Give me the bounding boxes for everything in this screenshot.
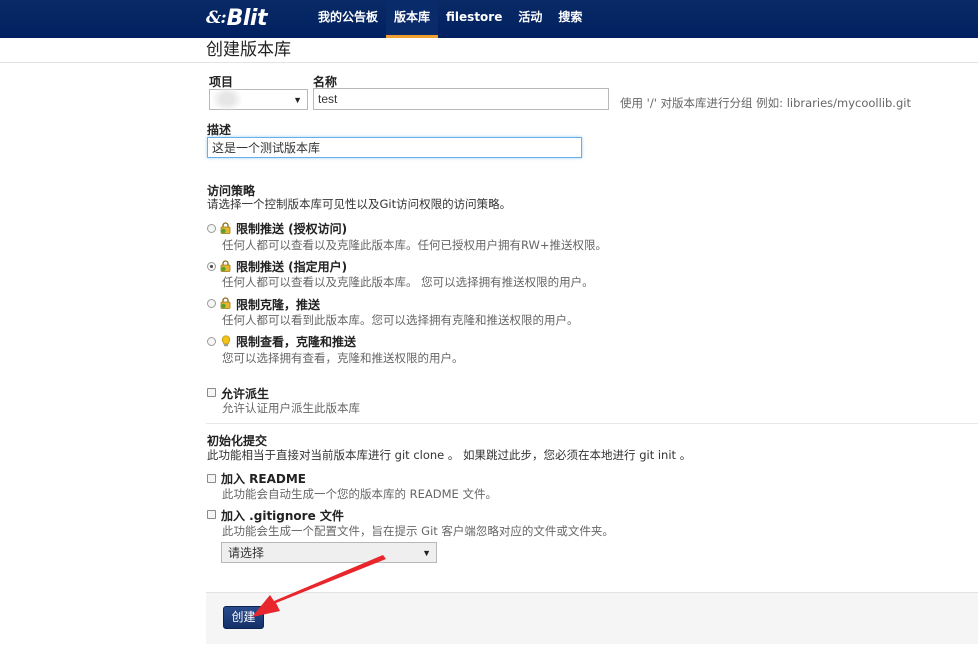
lock-icon [220, 260, 231, 272]
description-input[interactable] [207, 137, 582, 158]
dropdown-arrow-icon: ▼ [293, 94, 302, 105]
name-help: 使用 '/' 对版本库进行分组 例如: libraries/mycoollib.… [620, 96, 911, 110]
nav-search[interactable]: 搜索 [550, 0, 590, 38]
lock-icon [220, 222, 231, 234]
add-gitignore-checkbox[interactable] [207, 510, 216, 519]
add-gitignore-desc: 此功能会生成一个配置文件，旨在提示 Git 客户端忽略对应的文件或文件夹。 [222, 524, 614, 538]
logo-word: Blit [226, 5, 268, 31]
nav-filestore[interactable]: filestore [438, 0, 510, 38]
bulb-icon [221, 335, 231, 347]
access-option-1-label: 限制推送 (授权访问) [236, 222, 348, 236]
add-readme-desc: 此功能会自动生成一个您的版本库的 README 文件。 [222, 487, 497, 501]
access-option-2-desc: 任何人都可以查看以及克隆此版本库。 您可以选择拥有推送权限的用户。 [222, 275, 594, 289]
name-input[interactable] [313, 88, 609, 110]
add-gitignore-label: 加入 .gitignore 文件 [221, 509, 344, 523]
allow-fork-checkbox[interactable] [207, 388, 216, 397]
dropdown-arrow-icon: ▼ [422, 547, 431, 558]
title-divider [0, 62, 978, 63]
main-nav: 我的公告板 版本库 filestore 活动 搜索 [310, 0, 590, 38]
nav-activity[interactable]: 活动 [510, 0, 550, 38]
description-label: 描述 [207, 123, 232, 137]
access-option-3-desc: 任何人都可以看到此版本库。您可以选择拥有克隆和推送权限的用户。 [222, 313, 579, 327]
access-option-authenticated-push-radio[interactable] [207, 224, 216, 233]
access-option-clone-push-radio[interactable] [207, 299, 216, 308]
add-readme-label: 加入 README [221, 472, 307, 486]
access-option-1-desc: 任何人都可以查看以及克隆此版本库。任何已授权用户拥有RW+推送权限。 [222, 238, 608, 252]
allow-fork-desc: 允许认证用户派生此版本库 [222, 401, 360, 415]
access-option-4-desc: 您可以选择拥有查看，克隆和推送权限的用户。 [222, 351, 464, 365]
access-option-3-label: 限制克隆，推送 [236, 298, 321, 312]
nav-dashboard[interactable]: 我的公告板 [310, 0, 386, 38]
add-readme-checkbox[interactable] [207, 474, 216, 483]
blurred-project-value [212, 87, 242, 111]
nav-repositories[interactable]: 版本库 [386, 0, 439, 38]
project-select[interactable]: ▼ [209, 87, 308, 111]
access-option-2-label: 限制推送 (指定用户) [236, 260, 348, 274]
access-policy-intro: 请选择一个控制版本库可见性以及Git访问权限的访问策略。 [207, 197, 512, 211]
section-divider [206, 423, 978, 424]
page-title: 创建版本库 [206, 40, 291, 60]
access-option-view-clone-push-radio[interactable] [207, 337, 216, 346]
top-navbar: &: Blit 我的公告板 版本库 filestore 活动 搜索 [0, 0, 978, 38]
annotation-arrow-icon [252, 555, 386, 617]
logo-mark: &: [206, 8, 227, 28]
gitblit-logo[interactable]: &: Blit [206, 4, 268, 32]
access-option-named-push-radio[interactable] [207, 262, 216, 271]
lock-icon [220, 297, 231, 309]
access-option-4-label: 限制查看，克隆和推送 [236, 335, 357, 349]
initial-commit-intro: 此功能相当于直接对当前版本库进行 git clone 。 如果跳过此步，您必须在… [207, 448, 692, 462]
